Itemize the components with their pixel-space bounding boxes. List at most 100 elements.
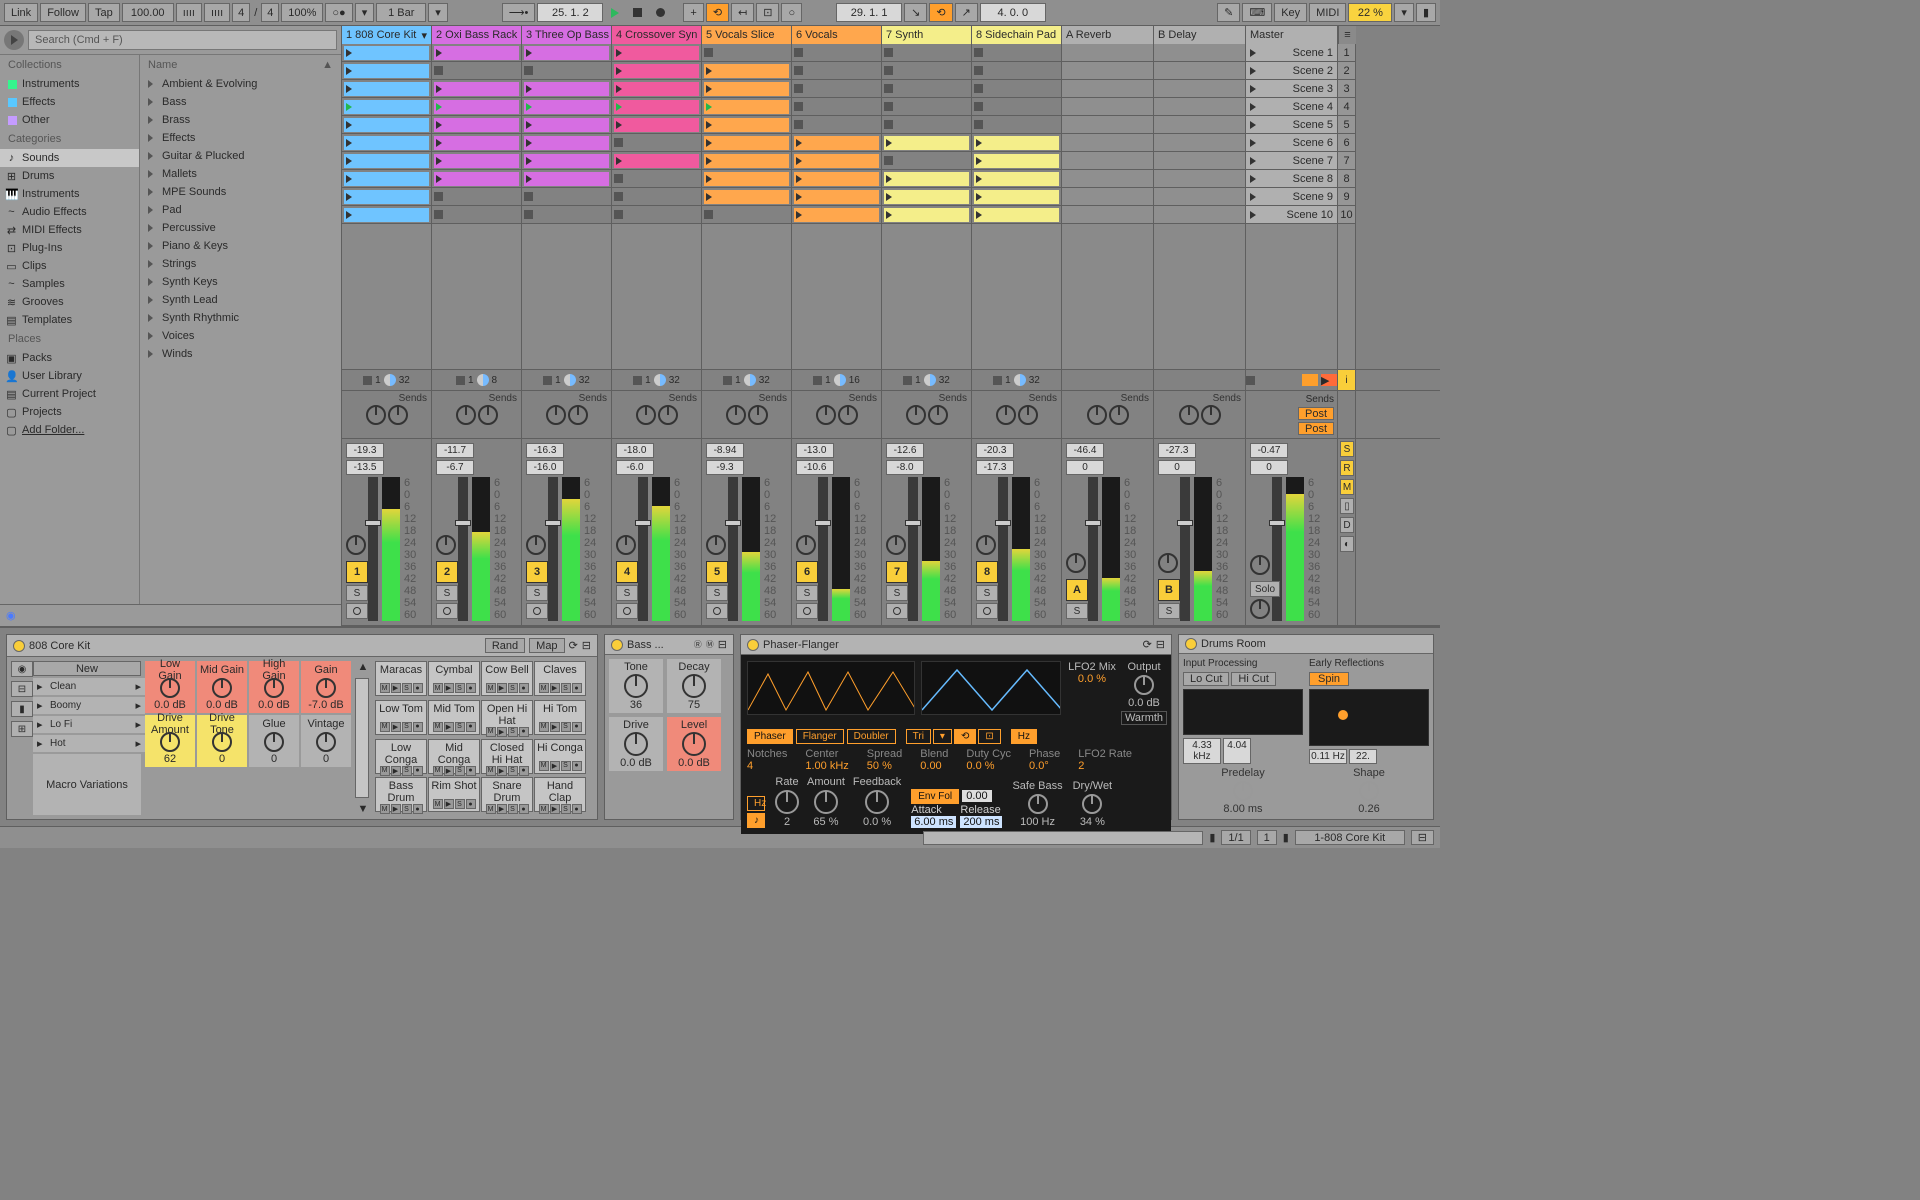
clip-slot-empty[interactable]: [522, 188, 611, 206]
clip-slot[interactable]: [342, 170, 431, 188]
spin-button[interactable]: Spin: [1309, 672, 1349, 686]
pad-mute-icon[interactable]: M: [380, 683, 390, 693]
clip-slot[interactable]: [972, 152, 1061, 170]
volume-fader[interactable]: [548, 477, 558, 621]
pad-mute-icon[interactable]: M: [486, 766, 496, 776]
return-track-header[interactable]: A Reverb: [1062, 26, 1154, 44]
category-item[interactable]: 🎹Instruments: [0, 185, 139, 203]
pad-play-icon[interactable]: ▶: [497, 727, 507, 737]
volume-fader[interactable]: [458, 477, 468, 621]
pan-knob[interactable]: [886, 535, 906, 555]
io-cell[interactable]: 1 16: [792, 370, 882, 390]
draw-mode-button[interactable]: ✎: [1217, 3, 1240, 22]
clip-slot[interactable]: [432, 98, 521, 116]
track-header[interactable]: 2 Oxi Bass Rack: [432, 26, 522, 44]
drum-pad[interactable]: Cymbal M▶S●: [428, 661, 480, 696]
io-cell[interactable]: 1 32: [612, 370, 702, 390]
track-header[interactable]: 5 Vocals Slice: [702, 26, 792, 44]
pad-solo-icon[interactable]: S: [508, 766, 518, 776]
track-activator-button[interactable]: 1: [346, 561, 368, 583]
rate-note-button[interactable]: ♪: [747, 813, 765, 828]
pad-rec-icon[interactable]: ●: [466, 683, 476, 693]
category-item[interactable]: ♪Sounds: [0, 149, 139, 167]
status-track-name[interactable]: 1-808 Core Kit: [1295, 830, 1405, 845]
scene-launch-button[interactable]: Scene 1: [1246, 44, 1337, 62]
pad-mute-icon[interactable]: M: [539, 761, 549, 771]
stop-button[interactable]: [627, 3, 648, 22]
clip-slot-empty[interactable]: [612, 170, 701, 188]
device-fold-icon[interactable]: ⊟: [582, 639, 591, 652]
browser-folder-item[interactable]: Piano & Keys: [140, 237, 341, 255]
browser-folder-item[interactable]: Effects: [140, 129, 341, 147]
pad-play-icon[interactable]: ▶: [550, 761, 560, 771]
clip-slot[interactable]: [882, 170, 971, 188]
early-display[interactable]: [1309, 689, 1429, 746]
clip-slot[interactable]: [522, 44, 611, 62]
clip-slot[interactable]: [342, 206, 431, 224]
volume-fader[interactable]: [908, 477, 918, 621]
volume-fader[interactable]: [1180, 477, 1190, 621]
show-mixer-toggle[interactable]: M: [1340, 479, 1354, 495]
send-a-knob[interactable]: [456, 405, 476, 425]
quantize-dropdown-icon[interactable]: ▾: [428, 3, 448, 22]
pad-play-icon[interactable]: ▶: [444, 799, 454, 809]
device-on-icon[interactable]: [1185, 638, 1197, 650]
clip-slot[interactable]: [702, 98, 791, 116]
send-a-knob[interactable]: [366, 405, 386, 425]
send-a-knob[interactable]: [1179, 405, 1199, 425]
solo-button[interactable]: S: [616, 585, 638, 601]
peak-db[interactable]: -8.94: [706, 443, 744, 458]
scene-launch-button[interactable]: Scene 5: [1246, 116, 1337, 134]
loop-button[interactable]: ⟲: [929, 3, 952, 22]
io-cell[interactable]: 1 32: [972, 370, 1062, 390]
scene-launch-button[interactable]: Scene 2: [1246, 62, 1337, 80]
clip-slot[interactable]: [342, 152, 431, 170]
nudge-down-button[interactable]: ıııı: [176, 3, 202, 22]
pad-mute-icon[interactable]: M: [380, 804, 390, 814]
pad-rec-icon[interactable]: ●: [413, 722, 423, 732]
bass-macro[interactable]: Drive0.0 dB: [609, 717, 663, 771]
search-input[interactable]: Search (Cmd + F): [28, 30, 337, 50]
clip-slot[interactable]: [612, 98, 701, 116]
pad-play-icon[interactable]: ▶: [497, 683, 507, 693]
post-button[interactable]: Post: [1298, 407, 1334, 420]
solo-button[interactable]: S: [1158, 603, 1180, 619]
clip-slot[interactable]: [972, 206, 1061, 224]
pad-solo-icon[interactable]: S: [455, 683, 465, 693]
pad-rec-icon[interactable]: ●: [413, 683, 423, 693]
pad-rec-icon[interactable]: ●: [519, 683, 529, 693]
pad-rec-icon[interactable]: ●: [572, 683, 582, 693]
pad-rec-icon[interactable]: ●: [572, 761, 582, 771]
cue-volume-knob[interactable]: [1250, 599, 1270, 619]
drum-pad[interactable]: Rim Shot M▶S●: [428, 777, 480, 812]
category-item[interactable]: ≋Grooves: [0, 293, 139, 311]
device-on-icon[interactable]: [611, 639, 623, 651]
scene-launch-button[interactable]: Scene 4: [1246, 98, 1337, 116]
pad-mute-icon[interactable]: M: [486, 683, 496, 693]
clip-slot[interactable]: [612, 80, 701, 98]
record-quantize-button[interactable]: ▶: [1321, 374, 1337, 386]
scene-launch-button[interactable]: Scene 9: [1246, 188, 1337, 206]
clip-slot[interactable]: [702, 134, 791, 152]
clip-slot[interactable]: [702, 152, 791, 170]
browser-folder-item[interactable]: Mallets: [140, 165, 341, 183]
scene-launch-button[interactable]: Scene 6: [1246, 134, 1337, 152]
pad-play-icon[interactable]: ▶: [497, 804, 507, 814]
clip-slot[interactable]: [792, 206, 881, 224]
drum-pad[interactable]: Open Hi Hat M▶S●: [481, 700, 533, 735]
drum-pad[interactable]: Cow Bell M▶S●: [481, 661, 533, 696]
send-a-knob[interactable]: [1087, 405, 1107, 425]
map-icon[interactable]: Ⓜ: [706, 639, 714, 650]
drum-pad[interactable]: Mid Tom M▶S●: [428, 700, 480, 735]
pad-mute-icon[interactable]: M: [380, 766, 390, 776]
category-item[interactable]: ~Samples: [0, 275, 139, 293]
env-fol-button[interactable]: Env Fol: [911, 789, 959, 804]
track-activator-button[interactable]: 6: [796, 561, 818, 583]
phaser-param[interactable]: Notches4: [747, 748, 787, 772]
send-b-knob[interactable]: [1201, 405, 1221, 425]
show-delay-toggle[interactable]: D: [1340, 517, 1354, 533]
clip-slot-empty[interactable]: [972, 116, 1061, 134]
clip-slot-empty[interactable]: [612, 134, 701, 152]
clip-slot[interactable]: [432, 152, 521, 170]
show-perf-toggle[interactable]: ◐: [1340, 536, 1354, 552]
